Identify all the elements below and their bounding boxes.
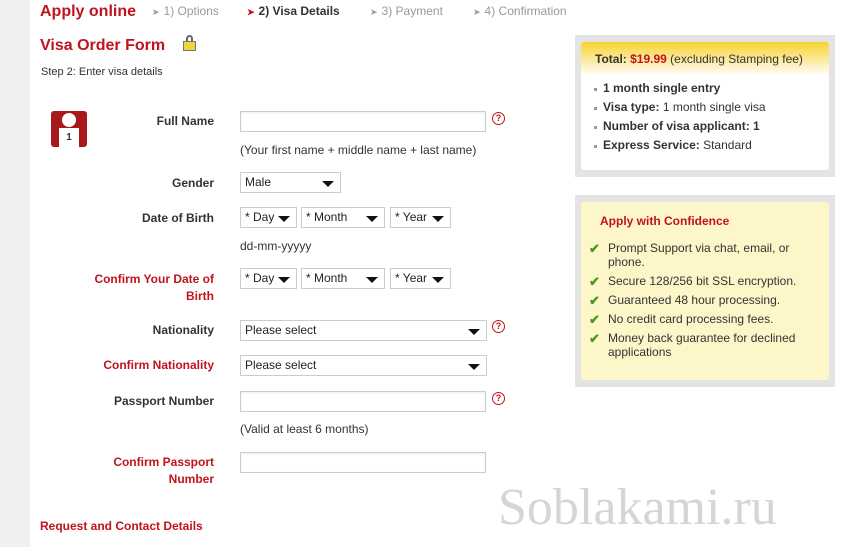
select-value: * Day [245, 210, 275, 224]
full-name-input[interactable] [240, 111, 486, 132]
select-value: Please select [245, 323, 317, 337]
step-label: 2) Visa Details [258, 4, 340, 18]
step-label: 1) Options [163, 4, 219, 18]
confirm-dob-month-select[interactable]: * Month [301, 268, 385, 289]
watermark: Soblakami.ru [498, 479, 777, 536]
summary-item: Number of visa applicant: 1 [591, 119, 829, 133]
confidence-title: Apply with Confidence [600, 214, 730, 228]
total-note: (excluding Stamping fee) [670, 52, 803, 66]
select-value: Please select [245, 358, 317, 372]
step-label: 3) Payment [381, 4, 443, 18]
chevron-down-icon [468, 329, 480, 335]
confidence-item: ✔ Guaranteed 48 hour processing. [589, 293, 781, 308]
header-title: Apply online [40, 3, 136, 20]
summary-item: Visa type: 1 month single visa [591, 100, 829, 114]
confirm-dob-year-select[interactable]: * Year [390, 268, 451, 289]
chevron-down-icon [278, 277, 290, 283]
summary-item: Express Service: Standard [591, 138, 829, 152]
checkmark-icon: ✔ [589, 331, 600, 346]
checkmark-icon: ✔ [589, 241, 600, 256]
dob-month-select[interactable]: * Month [301, 207, 385, 228]
step-confirmation[interactable]: ➤ 4) Confirmation [473, 4, 567, 18]
gender-label: Gender [171, 176, 214, 190]
step-visa-details[interactable]: ➤ 2) Visa Details [247, 4, 340, 18]
confirm-nationality-label: Confirm Nationality [103, 358, 214, 372]
chevron-down-icon [432, 277, 444, 283]
chevron-down-icon [432, 216, 444, 222]
confirm-passport-label: Confirm Passport Number [113, 455, 214, 486]
step-options[interactable]: ➤ 1) Options [152, 4, 219, 18]
full-name-hint: (Your first name + middle name + last na… [240, 143, 477, 157]
checkmark-icon: ✔ [589, 274, 600, 289]
confirm-dob-day-select[interactable]: * Day [240, 268, 297, 289]
select-value: * Day [245, 271, 275, 285]
gender-select[interactable]: Male [240, 172, 341, 193]
nationality-select[interactable]: Please select [240, 320, 487, 341]
select-value: * Year [395, 271, 428, 285]
confidence-item: ✔ Prompt Support via chat, email, or phon… [589, 241, 790, 269]
confidence-list: ✔ Prompt Support via chat, email, or phon… [581, 228, 829, 359]
chevron-down-icon [278, 216, 290, 222]
chevron-down-icon [366, 277, 378, 283]
help-icon[interactable]: ? [492, 320, 505, 333]
step-label: 4) Confirmation [484, 4, 567, 18]
confirm-dob-label: Confirm Your Date of Birth [94, 272, 214, 303]
passport-label: Passport Number [113, 394, 214, 408]
form-subtitle: Step 2: Enter visa details [41, 66, 163, 78]
total-value: $19.99 [630, 52, 667, 66]
passport-hint: (Valid at least 6 months) [240, 422, 369, 436]
gender-value: Male [245, 175, 272, 189]
confidence-item: ✔ Secure 128/256 bit SSL encryption. [589, 274, 797, 289]
step-payment[interactable]: ➤ 3) Payment [370, 4, 443, 18]
confirm-passport-input[interactable] [240, 452, 486, 473]
dob-label: Date of Birth [142, 211, 214, 225]
chevron-down-icon [322, 181, 334, 187]
confidence-item: ✔ Money back guarantee for declined appli… [589, 331, 796, 359]
lock-icon [183, 35, 196, 51]
confidence-item: ✔ No credit card processing fees. [589, 312, 774, 327]
total-line: Total: $19.99 (excluding Stamping fee) [581, 42, 829, 76]
summary-item: 1 month single entry [591, 81, 829, 95]
form-title: Visa Order Form [40, 37, 166, 54]
full-name-label: Full Name [156, 114, 214, 128]
total-label: Total: [595, 52, 627, 66]
select-value: * Month [306, 210, 348, 224]
applicant-number: 1 [59, 128, 79, 147]
checkmark-icon: ✔ [589, 312, 600, 327]
help-icon[interactable]: ? [492, 392, 505, 405]
confirm-nationality-select[interactable]: Please select [240, 355, 487, 376]
confidence-panel: Apply with Confidence ✔ Prompt Support vi… [575, 195, 835, 387]
select-value: * Month [306, 271, 348, 285]
summary-list: 1 month single entry Visa type: 1 month … [581, 76, 829, 152]
chevron-down-icon [366, 216, 378, 222]
passport-input[interactable] [240, 391, 486, 412]
chevron-down-icon [468, 364, 480, 370]
help-icon[interactable]: ? [492, 112, 505, 125]
nationality-label: Nationality [152, 323, 214, 337]
dob-hint: dd-mm-yyyyy [240, 239, 312, 253]
select-value: * Year [395, 210, 428, 224]
dob-day-select[interactable]: * Day [240, 207, 297, 228]
dob-year-select[interactable]: * Year [390, 207, 451, 228]
order-summary-panel: Total: $19.99 (excluding Stamping fee) 1… [575, 35, 835, 177]
checkmark-icon: ✔ [589, 293, 600, 308]
contact-section-heading: Request and Contact Details [40, 519, 203, 533]
